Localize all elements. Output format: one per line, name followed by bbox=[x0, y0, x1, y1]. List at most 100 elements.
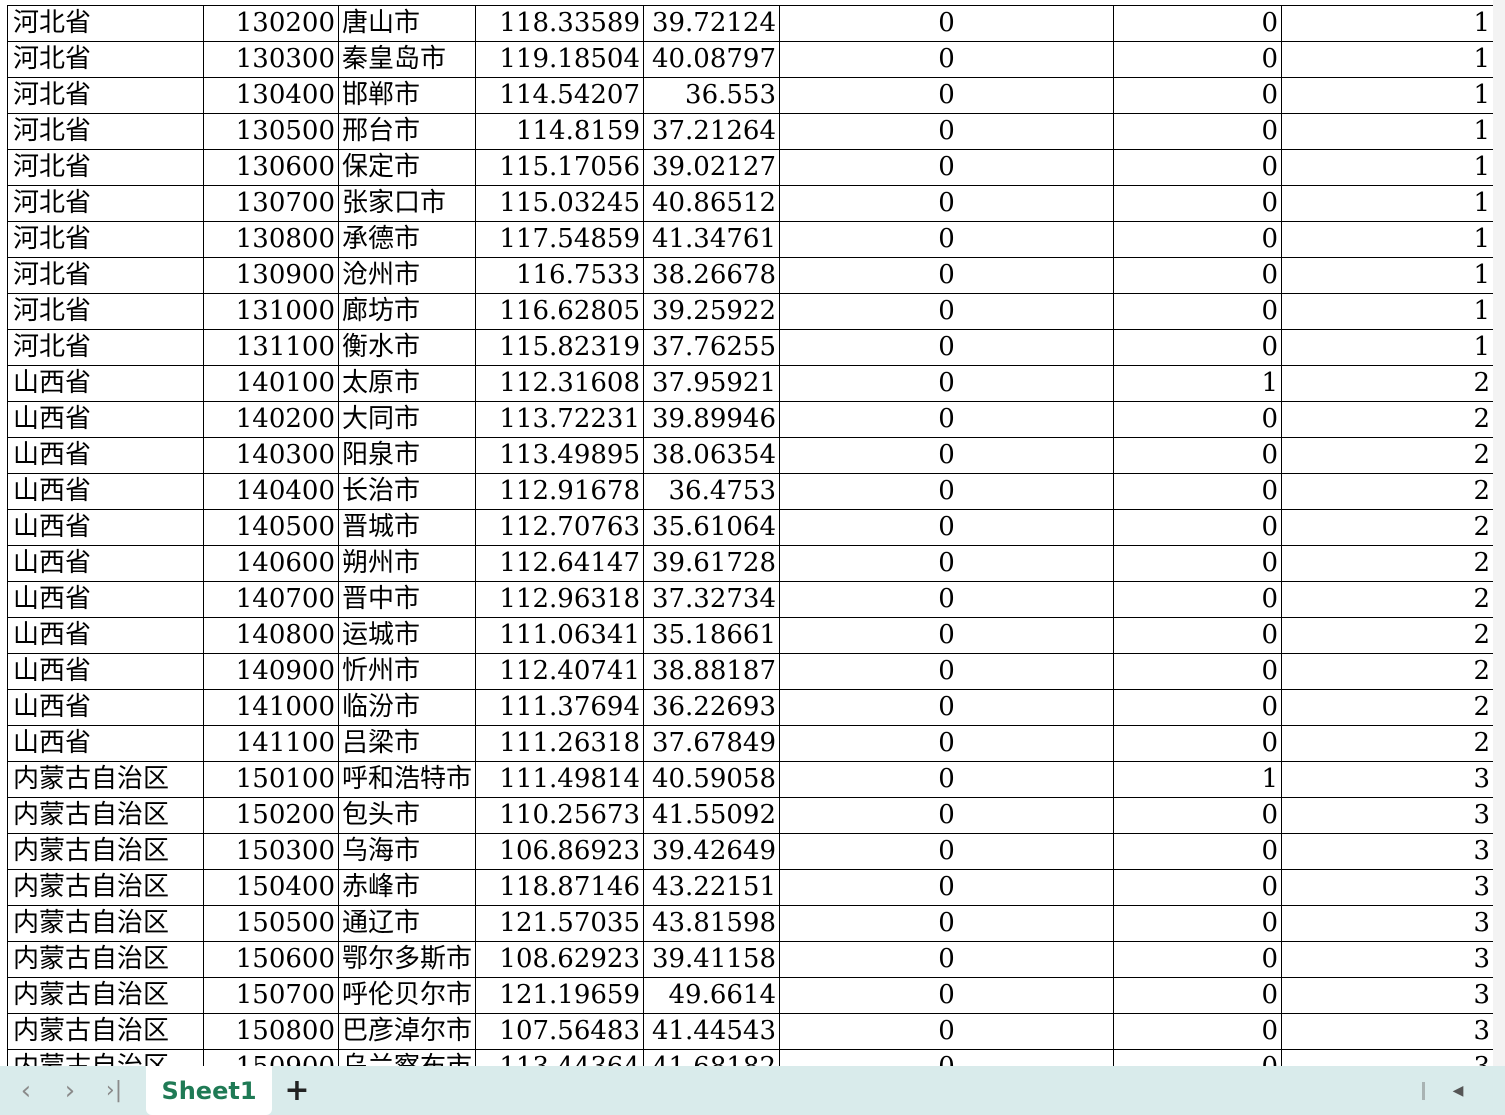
group-cell[interactable]: 2 bbox=[1281, 473, 1495, 510]
province-cell[interactable]: 河北省 bbox=[7, 257, 204, 294]
longitude-cell[interactable]: 112.64147 bbox=[475, 545, 645, 582]
latitude-cell[interactable]: 39.25922 bbox=[643, 293, 781, 330]
code-cell[interactable]: 150500 bbox=[203, 905, 339, 942]
province-cell[interactable]: 内蒙古自治区 bbox=[7, 977, 204, 1014]
code-cell[interactable]: 150400 bbox=[203, 869, 339, 906]
latitude-cell[interactable]: 38.26678 bbox=[643, 257, 781, 294]
code-cell[interactable]: 140100 bbox=[203, 365, 339, 402]
tab-sheet1[interactable]: Sheet1 bbox=[146, 1066, 272, 1115]
latitude-cell[interactable]: 41.34761 bbox=[643, 221, 781, 258]
group-cell[interactable]: 3 bbox=[1281, 869, 1495, 906]
province-cell[interactable]: 山西省 bbox=[7, 581, 204, 618]
next-sheet-icon[interactable]: › bbox=[50, 1066, 90, 1115]
table-row[interactable]: 内蒙古自治区 150700 呼伦贝尔市 121.19659 49.6614 0 0 3 bbox=[7, 977, 1495, 1014]
flag-b-cell[interactable]: 0 bbox=[1113, 293, 1283, 330]
code-cell[interactable]: 140200 bbox=[203, 401, 339, 438]
latitude-cell[interactable]: 41.55092 bbox=[643, 797, 781, 834]
city-cell[interactable]: 唐山市 bbox=[337, 5, 477, 42]
flag-b-cell[interactable]: 0 bbox=[1113, 149, 1283, 186]
table-row[interactable]: 山西省 141100 吕梁市 111.26318 37.67849 0 0 2 bbox=[7, 725, 1495, 762]
table-row[interactable]: 山西省 140500 晋城市 112.70763 35.61064 0 0 2 bbox=[7, 509, 1495, 546]
province-cell[interactable]: 河北省 bbox=[7, 113, 204, 150]
group-cell[interactable]: 2 bbox=[1281, 509, 1495, 546]
flag-b-cell[interactable]: 0 bbox=[1113, 545, 1283, 582]
group-cell[interactable]: 1 bbox=[1281, 293, 1495, 330]
longitude-cell[interactable]: 118.33589 bbox=[475, 5, 645, 42]
latitude-cell[interactable]: 40.59058 bbox=[643, 761, 781, 798]
table-row[interactable]: 河北省 130300 秦皇岛市 119.18504 40.08797 0 0 1 bbox=[7, 41, 1495, 78]
flag-a-cell[interactable]: 0 bbox=[779, 185, 1115, 222]
latitude-cell[interactable]: 39.02127 bbox=[643, 149, 781, 186]
city-cell[interactable]: 乌兰察布市 bbox=[337, 1049, 477, 1066]
code-cell[interactable]: 130400 bbox=[203, 77, 339, 114]
latitude-cell[interactable]: 41.68182 bbox=[643, 1049, 781, 1066]
city-cell[interactable]: 大同市 bbox=[337, 401, 477, 438]
scroll-left-icon[interactable]: ◀ bbox=[1446, 1066, 1470, 1115]
province-cell[interactable]: 内蒙古自治区 bbox=[7, 833, 204, 870]
code-cell[interactable]: 130700 bbox=[203, 185, 339, 222]
province-cell[interactable]: 河北省 bbox=[7, 149, 204, 186]
city-cell[interactable]: 吕梁市 bbox=[337, 725, 477, 762]
code-cell[interactable]: 130300 bbox=[203, 41, 339, 78]
city-cell[interactable]: 太原市 bbox=[337, 365, 477, 402]
province-cell[interactable]: 山西省 bbox=[7, 509, 204, 546]
table-row[interactable]: 山西省 140300 阳泉市 113.49895 38.06354 0 0 2 bbox=[7, 437, 1495, 474]
longitude-cell[interactable]: 121.19659 bbox=[475, 977, 645, 1014]
table-row[interactable]: 山西省 141000 临汾市 111.37694 36.22693 0 0 2 bbox=[7, 689, 1495, 726]
latitude-cell[interactable]: 39.61728 bbox=[643, 545, 781, 582]
latitude-cell[interactable]: 49.6614 bbox=[643, 977, 781, 1014]
table-row[interactable]: 内蒙古自治区 150400 赤峰市 118.87146 43.22151 0 0 3 bbox=[7, 869, 1495, 906]
code-cell[interactable]: 140900 bbox=[203, 653, 339, 690]
province-cell[interactable]: 河北省 bbox=[7, 221, 204, 258]
longitude-cell[interactable]: 112.31608 bbox=[475, 365, 645, 402]
group-cell[interactable]: 1 bbox=[1281, 77, 1495, 114]
table-row[interactable]: 山西省 140400 长治市 112.91678 36.4753 0 0 2 bbox=[7, 473, 1495, 510]
province-cell[interactable]: 山西省 bbox=[7, 401, 204, 438]
flag-b-cell[interactable]: 0 bbox=[1113, 509, 1283, 546]
flag-b-cell[interactable]: 0 bbox=[1113, 833, 1283, 870]
group-cell[interactable]: 1 bbox=[1281, 221, 1495, 258]
province-cell[interactable]: 河北省 bbox=[7, 185, 204, 222]
code-cell[interactable]: 140400 bbox=[203, 473, 339, 510]
flag-a-cell[interactable]: 0 bbox=[779, 77, 1115, 114]
group-cell[interactable]: 3 bbox=[1281, 761, 1495, 798]
table-row[interactable]: 内蒙古自治区 150600 鄂尔多斯市 108.62923 39.41158 0 0 3 bbox=[7, 941, 1495, 978]
city-cell[interactable]: 邢台市 bbox=[337, 113, 477, 150]
city-cell[interactable]: 呼和浩特市 bbox=[337, 761, 477, 798]
flag-a-cell[interactable]: 0 bbox=[779, 905, 1115, 942]
group-cell[interactable]: 3 bbox=[1281, 797, 1495, 834]
group-cell[interactable]: 2 bbox=[1281, 437, 1495, 474]
city-cell[interactable]: 临汾市 bbox=[337, 689, 477, 726]
flag-b-cell[interactable]: 0 bbox=[1113, 797, 1283, 834]
spreadsheet-grid[interactable]: 河北省 130200 唐山市 118.33589 39.72124 0 0 1 河北省 13030… bbox=[0, 0, 1505, 1066]
province-cell[interactable]: 内蒙古自治区 bbox=[7, 797, 204, 834]
city-cell[interactable]: 晋城市 bbox=[337, 509, 477, 546]
province-cell[interactable]: 河北省 bbox=[7, 293, 204, 330]
flag-a-cell[interactable]: 0 bbox=[779, 437, 1115, 474]
table-row[interactable]: 河北省 130700 张家口市 115.03245 40.86512 0 0 1 bbox=[7, 185, 1495, 222]
flag-a-cell[interactable]: 0 bbox=[779, 221, 1115, 258]
province-cell[interactable]: 山西省 bbox=[7, 653, 204, 690]
flag-b-cell[interactable]: 0 bbox=[1113, 437, 1283, 474]
flag-a-cell[interactable]: 0 bbox=[779, 5, 1115, 42]
code-cell[interactable]: 130600 bbox=[203, 149, 339, 186]
latitude-cell[interactable]: 39.72124 bbox=[643, 5, 781, 42]
latitude-cell[interactable]: 37.67849 bbox=[643, 725, 781, 762]
province-cell[interactable]: 河北省 bbox=[7, 41, 204, 78]
table-row[interactable]: 河北省 130800 承德市 117.54859 41.34761 0 0 1 bbox=[7, 221, 1495, 258]
code-cell[interactable]: 150100 bbox=[203, 761, 339, 798]
code-cell[interactable]: 140700 bbox=[203, 581, 339, 618]
group-cell[interactable]: 1 bbox=[1281, 185, 1495, 222]
latitude-cell[interactable]: 35.18661 bbox=[643, 617, 781, 654]
table-row[interactable]: 内蒙古自治区 150100 呼和浩特市 111.49814 40.59058 0 1 3 bbox=[7, 761, 1495, 798]
longitude-cell[interactable]: 113.44364 bbox=[475, 1049, 645, 1066]
longitude-cell[interactable]: 116.62805 bbox=[475, 293, 645, 330]
group-cell[interactable]: 2 bbox=[1281, 581, 1495, 618]
longitude-cell[interactable]: 110.25673 bbox=[475, 797, 645, 834]
flag-b-cell[interactable]: 0 bbox=[1113, 221, 1283, 258]
province-cell[interactable]: 山西省 bbox=[7, 617, 204, 654]
group-cell[interactable]: 1 bbox=[1281, 41, 1495, 78]
flag-a-cell[interactable]: 0 bbox=[779, 329, 1115, 366]
flag-a-cell[interactable]: 0 bbox=[779, 257, 1115, 294]
group-cell[interactable]: 2 bbox=[1281, 617, 1495, 654]
